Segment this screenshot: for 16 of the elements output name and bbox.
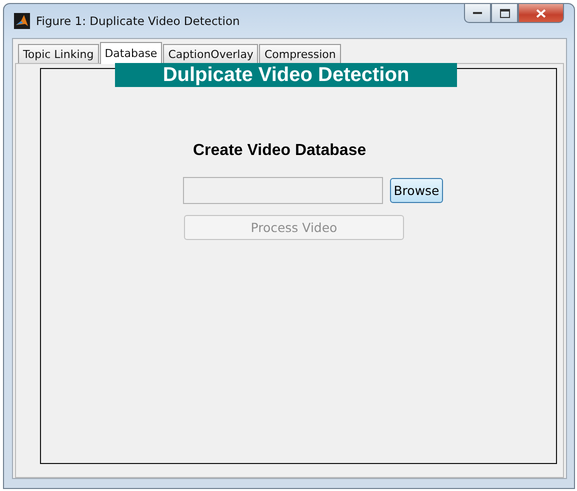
tab[interactable]: Database <box>100 42 162 64</box>
browse-button[interactable]: Browse <box>390 178 443 203</box>
tab[interactable]: Compression <box>259 44 341 63</box>
close-icon <box>536 8 546 18</box>
maximize-icon <box>500 8 510 18</box>
window-title: Figure 1: Duplicate Video Detection <box>36 14 240 28</box>
maximize-button[interactable] <box>491 4 518 23</box>
tab[interactable]: Topic Linking <box>18 44 99 63</box>
close-button[interactable] <box>518 4 564 23</box>
minimize-icon <box>472 11 482 15</box>
tab[interactable]: CaptionOverlay <box>163 44 258 63</box>
banner: Dulpicate Video Detection <box>115 63 457 87</box>
section-heading: Create Video Database <box>193 142 366 160</box>
minimize-button[interactable] <box>464 4 491 23</box>
app-icon <box>14 13 30 29</box>
path-field[interactable] <box>183 177 383 204</box>
